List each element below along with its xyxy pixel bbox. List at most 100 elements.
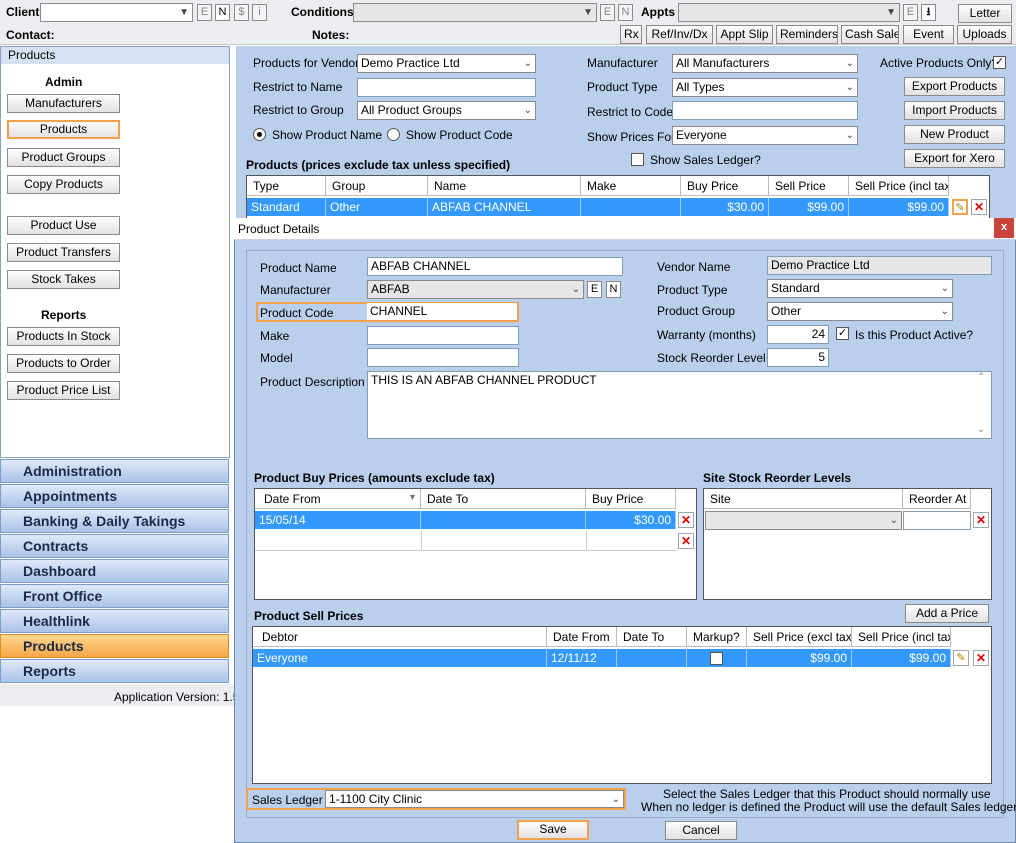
save-button[interactable]: Save xyxy=(517,820,589,840)
nav-reports[interactable]: Reports xyxy=(0,659,229,683)
rx-button[interactable]: Rx xyxy=(620,25,642,44)
column-header-sell-excl[interactable]: Sell Price (excl tax) xyxy=(747,627,852,647)
column-header-make[interactable]: Make xyxy=(581,176,681,196)
show-code-radio[interactable] xyxy=(387,128,400,141)
conditions-select[interactable]: ▼ xyxy=(353,3,597,22)
restrict-code-input[interactable] xyxy=(672,101,858,120)
column-header-sell-price[interactable]: Sell Price xyxy=(769,176,849,196)
nav-administration[interactable]: Administration xyxy=(0,459,229,483)
column-header-sell-incl[interactable]: Sell Price (incl tax) xyxy=(852,627,951,647)
nav-banking-daily-takings[interactable]: Banking & Daily Takings xyxy=(0,509,229,533)
active-checkbox[interactable]: ✓ xyxy=(836,327,849,340)
markup-checkbox[interactable] xyxy=(710,652,723,665)
column-header-date-from[interactable]: Date From xyxy=(547,627,617,647)
column-header-markup[interactable]: Markup? xyxy=(687,627,747,647)
manufacturer-n-button[interactable]: N xyxy=(606,281,621,298)
sidebar-item-stock-takes[interactable]: Stock Takes xyxy=(7,270,120,289)
import-products-button[interactable]: Import Products xyxy=(904,101,1005,120)
client-dollar-button[interactable]: $ xyxy=(234,4,249,21)
client-e-button[interactable]: E xyxy=(197,4,212,21)
column-header-date-to[interactable]: Date To xyxy=(421,489,586,509)
active-only-checkbox[interactable]: ✓ xyxy=(993,56,1006,69)
delete-x-icon[interactable]: ✕ xyxy=(973,650,989,666)
edit-pencil-icon[interactable]: ✎ xyxy=(952,199,968,215)
sidebar-item-product-groups[interactable]: Product Groups xyxy=(7,148,120,167)
sales-ledger-select[interactable]: 1-1100 City Clinic ⌄ xyxy=(325,790,624,808)
appt-slip-button[interactable]: Appt Slip xyxy=(716,25,773,44)
nav-dashboard[interactable]: Dashboard xyxy=(0,559,229,583)
show-ledger-checkbox[interactable] xyxy=(631,153,644,166)
column-header-reorder-at[interactable]: Reorder At xyxy=(903,489,971,509)
conditions-e-button[interactable]: E xyxy=(600,4,615,21)
client-n-button[interactable]: N xyxy=(215,4,230,21)
product-code-input[interactable]: CHANNEL xyxy=(367,303,517,320)
warranty-input[interactable]: 24 xyxy=(767,325,829,344)
column-header-buy-price[interactable]: Buy Price xyxy=(681,176,769,196)
delete-x-icon[interactable]: ✕ xyxy=(973,512,989,528)
new-product-button[interactable]: New Product xyxy=(904,125,1005,144)
reminders-button[interactable]: Reminders xyxy=(776,25,838,44)
event-button[interactable]: Event xyxy=(903,25,954,44)
column-header-debtor[interactable]: Debtor xyxy=(253,627,547,647)
uploads-button[interactable]: Uploads xyxy=(957,25,1012,44)
delete-x-icon[interactable]: ✕ xyxy=(678,512,694,528)
nav-healthlink[interactable]: Healthlink xyxy=(0,609,229,633)
show-name-radio[interactable] xyxy=(253,128,266,141)
column-header-type[interactable]: Type xyxy=(247,176,326,196)
add-price-button[interactable]: Add a Price xyxy=(905,604,989,623)
column-header-date-from[interactable]: Date From xyxy=(255,489,421,509)
download-icon[interactable]: ⭳ xyxy=(921,4,936,21)
sidebar-item-product-price-list[interactable]: Product Price List xyxy=(7,381,120,400)
product-type-select[interactable]: Standard ⌄ xyxy=(767,279,953,298)
description-textarea[interactable]: THIS IS AN ABFAB CHANNEL PRODUCT xyxy=(367,371,992,439)
client-info-button[interactable]: i xyxy=(252,4,267,21)
manufacturer-filter-select[interactable]: All Manufacturers ⌄ xyxy=(672,54,858,73)
model-input[interactable] xyxy=(367,348,519,367)
export-xero-button[interactable]: Export for Xero xyxy=(904,149,1005,168)
letter-button[interactable]: Letter xyxy=(958,4,1012,23)
edit-pencil-icon[interactable]: ✎ xyxy=(953,650,969,666)
table-row[interactable]: Standard Other ABFAB CHANNEL $30.00 $99.… xyxy=(247,198,949,216)
appts-e-button[interactable]: E xyxy=(903,4,918,21)
client-select[interactable]: ▼ xyxy=(40,3,193,22)
make-input[interactable] xyxy=(367,326,519,345)
sidebar-item-copy-products[interactable]: Copy Products xyxy=(7,175,120,194)
column-header-sell-incl[interactable]: Sell Price (incl tax) xyxy=(849,176,949,196)
manufacturer-e-button[interactable]: E xyxy=(587,281,602,298)
table-row[interactable]: Everyone 12/11/12 $99.00 $99.00 xyxy=(253,649,951,667)
column-header-date-to[interactable]: Date To xyxy=(617,627,687,647)
nav-appointments[interactable]: Appointments xyxy=(0,484,229,508)
site-select[interactable]: ⌄ xyxy=(705,511,902,530)
conditions-n-button[interactable]: N xyxy=(618,4,633,21)
table-row[interactable] xyxy=(255,531,676,551)
column-header-group[interactable]: Group xyxy=(326,176,428,196)
reorder-input[interactable]: 5 xyxy=(767,348,829,367)
cancel-button[interactable]: Cancel xyxy=(665,821,737,840)
column-header-name[interactable]: Name xyxy=(428,176,581,196)
scroll-down-icon[interactable]: ⌄ xyxy=(977,424,985,435)
vendor-filter-select[interactable]: Demo Practice Ltd ⌄ xyxy=(357,54,536,73)
column-header-buy-price[interactable]: Buy Price xyxy=(586,489,676,509)
restrict-group-select[interactable]: All Product Groups ⌄ xyxy=(357,101,536,120)
restrict-name-input[interactable] xyxy=(357,78,536,97)
delete-x-icon[interactable]: ✕ xyxy=(678,533,694,549)
delete-x-icon[interactable]: ✕ xyxy=(971,199,987,215)
ref-inv-dx-button[interactable]: Ref/Inv/Dx xyxy=(646,25,713,44)
product-group-select[interactable]: Other ⌄ xyxy=(767,302,953,321)
sidebar-item-product-transfers[interactable]: Product Transfers xyxy=(7,243,120,262)
sidebar-item-manufacturers[interactable]: Manufacturers xyxy=(7,94,120,113)
show-prices-select[interactable]: Everyone ⌄ xyxy=(672,126,858,145)
appts-select[interactable]: ▼ xyxy=(678,3,900,22)
export-products-button[interactable]: Export Products xyxy=(904,77,1005,96)
product-type-filter-select[interactable]: All Types ⌄ xyxy=(672,78,858,97)
product-name-input[interactable]: ABFAB CHANNEL xyxy=(367,257,623,276)
sidebar-item-product-use[interactable]: Product Use xyxy=(7,216,120,235)
nav-front-office[interactable]: Front Office xyxy=(0,584,229,608)
nav-products[interactable]: Products xyxy=(0,634,229,658)
column-header-site[interactable]: Site xyxy=(704,489,903,509)
table-row[interactable]: 15/05/14 $30.00 xyxy=(255,511,676,529)
sidebar-item-products-in-stock[interactable]: Products In Stock xyxy=(7,327,120,346)
reorder-at-input[interactable] xyxy=(903,511,971,530)
vendor-name-input[interactable]: Demo Practice Ltd xyxy=(767,256,992,275)
scroll-up-icon[interactable]: ⌃ xyxy=(977,372,985,383)
